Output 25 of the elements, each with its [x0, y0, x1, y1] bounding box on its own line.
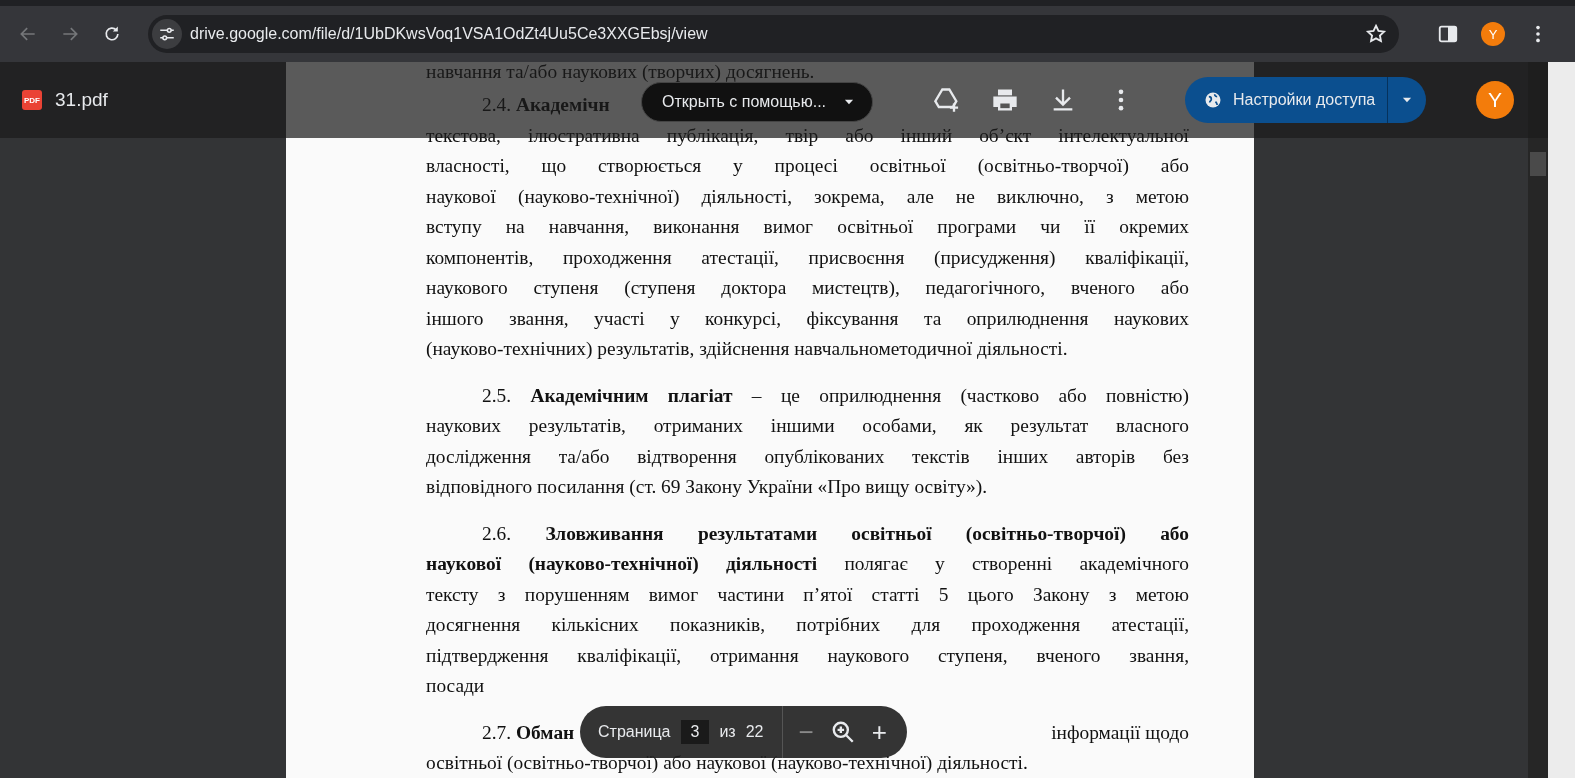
page-total: 22	[745, 723, 764, 741]
zoom-in-button[interactable]: +	[865, 716, 893, 748]
star-icon[interactable]	[1365, 23, 1387, 45]
paragraph-text: навчання та/або наукових (творчих) досягнень.	[426, 62, 816, 82]
page-of-label: из	[719, 723, 736, 741]
side-panel-icon[interactable]	[1437, 23, 1459, 45]
text-fragment: 2.4. Академічн	[481, 93, 610, 117]
reload-icon	[102, 24, 122, 44]
paragraph-text: 2.6. Зловживання результатами освітньої (освітньо-творчої) або наукової (науково-технічної) діяльності полягає у створенні академічного тексту з порушенням вимог частини п’ятої статті 5 цього Закону з метою досягнення кількісних показників, потрібних для проходження атестації, підтвердження кваліфікації, отримання наукового ступеня, вченого звання, посади	[426, 521, 1190, 698]
zoom-out-button[interactable]: −	[792, 716, 820, 748]
sliders-icon	[158, 25, 176, 43]
text-fragment: 2.7. Обман	[481, 720, 575, 745]
paragraph-text: освітньої (освітньо-творчої) або наукової (науково-технічної) діяльності.	[426, 751, 1029, 775]
file-name: 31.pdf	[55, 89, 108, 111]
paragraph-text: 2.5. Академічним плагіат – це оприлюднення (частково або повністю) наукових результатів, отриманих іншими особами, як результат власного дослідження та/або відтворення опублікованих текстів інших авторів без відповідного посилання (ст. 69 Закону України «Про вищу освіту»).	[426, 383, 1190, 499]
address-bar[interactable]: drive.google.com/file/d/1UbDKwsVoq1VSA1OdZt4Uu5Ce3XXGEbsj/view	[148, 15, 1399, 53]
open-with-button[interactable]: Открыть с помощью...	[641, 82, 874, 122]
page-label: Страница	[598, 723, 671, 741]
url-text: drive.google.com/file/d/1UbDKwsVoq1VSA1OdZt4Uu5Ce3XXGEbsj/view	[190, 25, 708, 43]
scrollbar-thumb[interactable]	[1530, 152, 1546, 176]
page-number-field[interactable]: 3	[680, 720, 710, 744]
site-settings-button[interactable]	[152, 19, 182, 49]
text-fragment: інформації щодо	[1051, 720, 1189, 745]
file-type-badge: PDF	[22, 90, 42, 110]
share-button[interactable]: Настройки доступа	[1185, 77, 1427, 123]
